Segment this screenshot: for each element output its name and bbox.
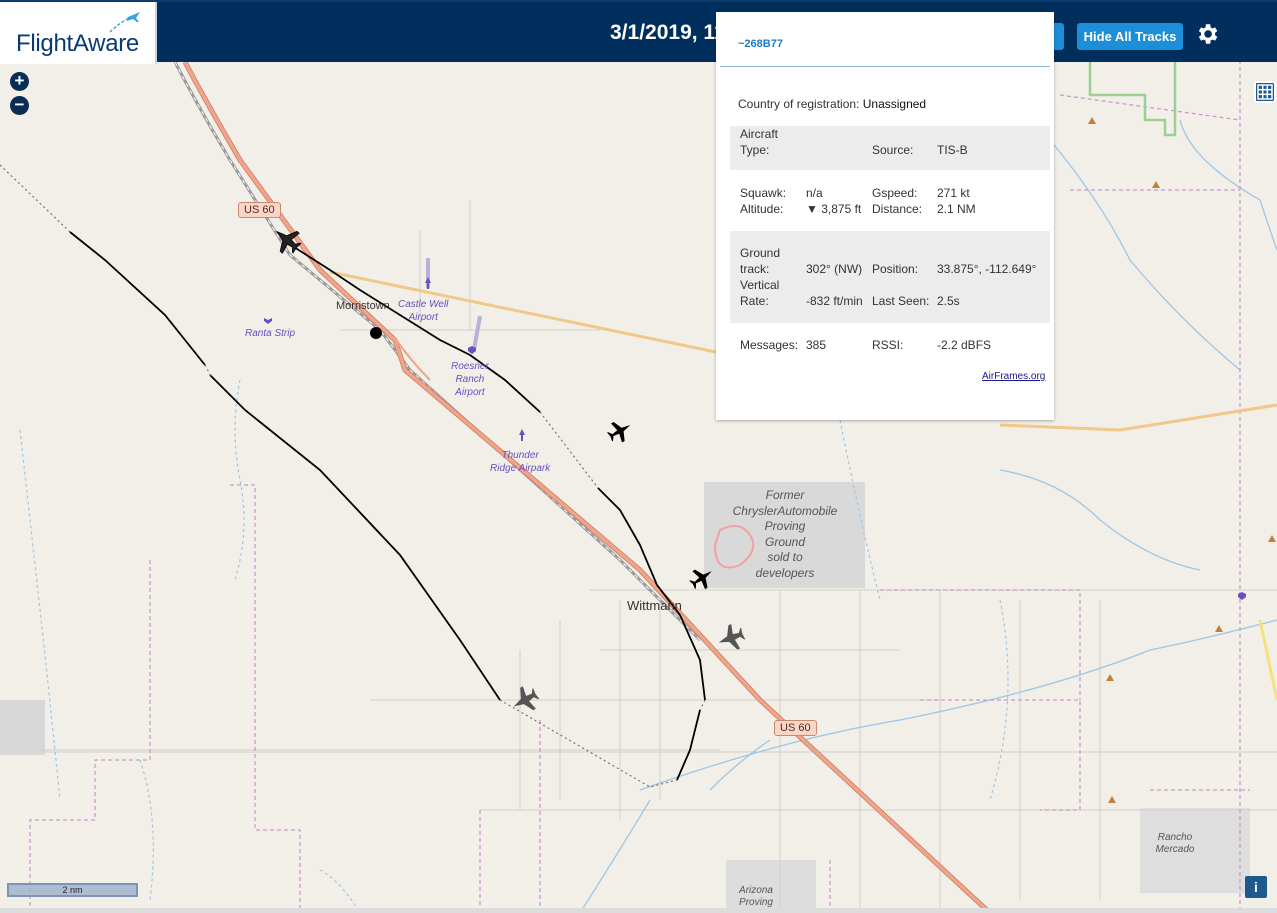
distance-value: 2.1 NM [937, 202, 976, 216]
us60-shield-top: US 60 [238, 202, 281, 218]
scale-bar: 2 nm [7, 883, 138, 897]
aircraft-icon-5[interactable] [510, 686, 540, 714]
source-value: TIS-B [937, 143, 968, 157]
zoom-out-button[interactable]: − [10, 96, 29, 115]
gspeed-label: Gspeed: [872, 186, 918, 200]
map-info-button[interactable]: i [1245, 876, 1267, 898]
aircraft-type-label: Aircraft Type: [740, 127, 779, 157]
header-timestamp: 3/1/2019, 11 [610, 21, 726, 44]
map-canvas[interactable]: US 60 US 60 Morristown Wittmann Castle W… [0, 62, 1277, 913]
country-of-registration: Country of registration: Unassigned [738, 97, 927, 111]
rssi-label: RSSI: [872, 338, 904, 352]
airport-roesner-ranch: Roesner Ranch Airport [451, 361, 489, 398]
squawk-value: n/a [806, 186, 823, 200]
top-header: FlightAware 3/1/2019, 11 Hide All Tracks [0, 0, 1277, 64]
airport-ranta-strip: Ranta Strip [245, 328, 296, 339]
hide-all-tracks-button[interactable]: Hide All Tracks [1077, 23, 1183, 50]
grid-icon [1257, 84, 1273, 100]
flightaware-logo[interactable]: FlightAware [0, 2, 157, 64]
airframes-link[interactable]: AirFrames.org [982, 371, 1045, 382]
last-seen-value: 2.5s [937, 294, 960, 308]
layers-grid-button[interactable] [1254, 81, 1276, 103]
logo-text: FlightAware [16, 30, 139, 57]
position-value: 33.875°, -112.649° [937, 262, 1037, 276]
messages-value: 385 [806, 338, 827, 352]
altitude-label: Altitude: [740, 202, 784, 216]
aircraft-icon-1[interactable] [272, 226, 302, 254]
vertical-rate-label: Vertical Rate: [740, 278, 780, 308]
aircraft-icon-4[interactable] [716, 624, 746, 652]
aircraft-icon-3[interactable] [688, 564, 716, 592]
flight-id-link[interactable]: ~268B77 [738, 38, 783, 50]
squawk-label: Squawk: [740, 186, 787, 200]
altitude-value: ▼ 3,875 ft [806, 202, 862, 216]
messages-label: Messages: [740, 338, 799, 352]
popup-divider [720, 66, 1050, 67]
rssi-value: -2.2 dBFS [937, 338, 992, 352]
gear-icon[interactable] [1194, 21, 1220, 47]
place-wittmann: Wittmann [627, 598, 682, 613]
distance-label: Distance: [872, 202, 923, 216]
aircraft-info-popup: ~268B77 Country of registration: Unassig… [716, 12, 1054, 420]
ground-track-value: 302° (NW) [806, 262, 863, 276]
label-proving-ground: Former ChryslerAutomobile Proving Ground… [732, 488, 838, 580]
ground-track-label: Ground track: [740, 246, 781, 276]
source-label: Source: [872, 143, 914, 157]
zoom-in-button[interactable]: + [10, 72, 29, 91]
last-seen-label: Last Seen: [872, 294, 930, 308]
airport-castle-well: Castle Well Airport [398, 299, 449, 323]
label-rancho-mercado: Rancho Mercado [1155, 832, 1195, 855]
gspeed-value: 271 kt [937, 186, 970, 200]
aircraft-icon-2[interactable] [606, 418, 634, 444]
us60-shield-bottom: US 60 [774, 720, 817, 736]
vertical-rate-value: -832 ft/min [806, 294, 863, 308]
label-arizona-proving: Arizona Proving [739, 885, 773, 908]
bottom-scrollbar[interactable] [0, 908, 1277, 913]
position-label: Position: [872, 262, 919, 276]
airport-thunder-ridge: Thunder Ridge Airpark [490, 450, 551, 474]
place-morristown: Morristown [336, 300, 390, 312]
map-layer [0, 62, 1277, 913]
